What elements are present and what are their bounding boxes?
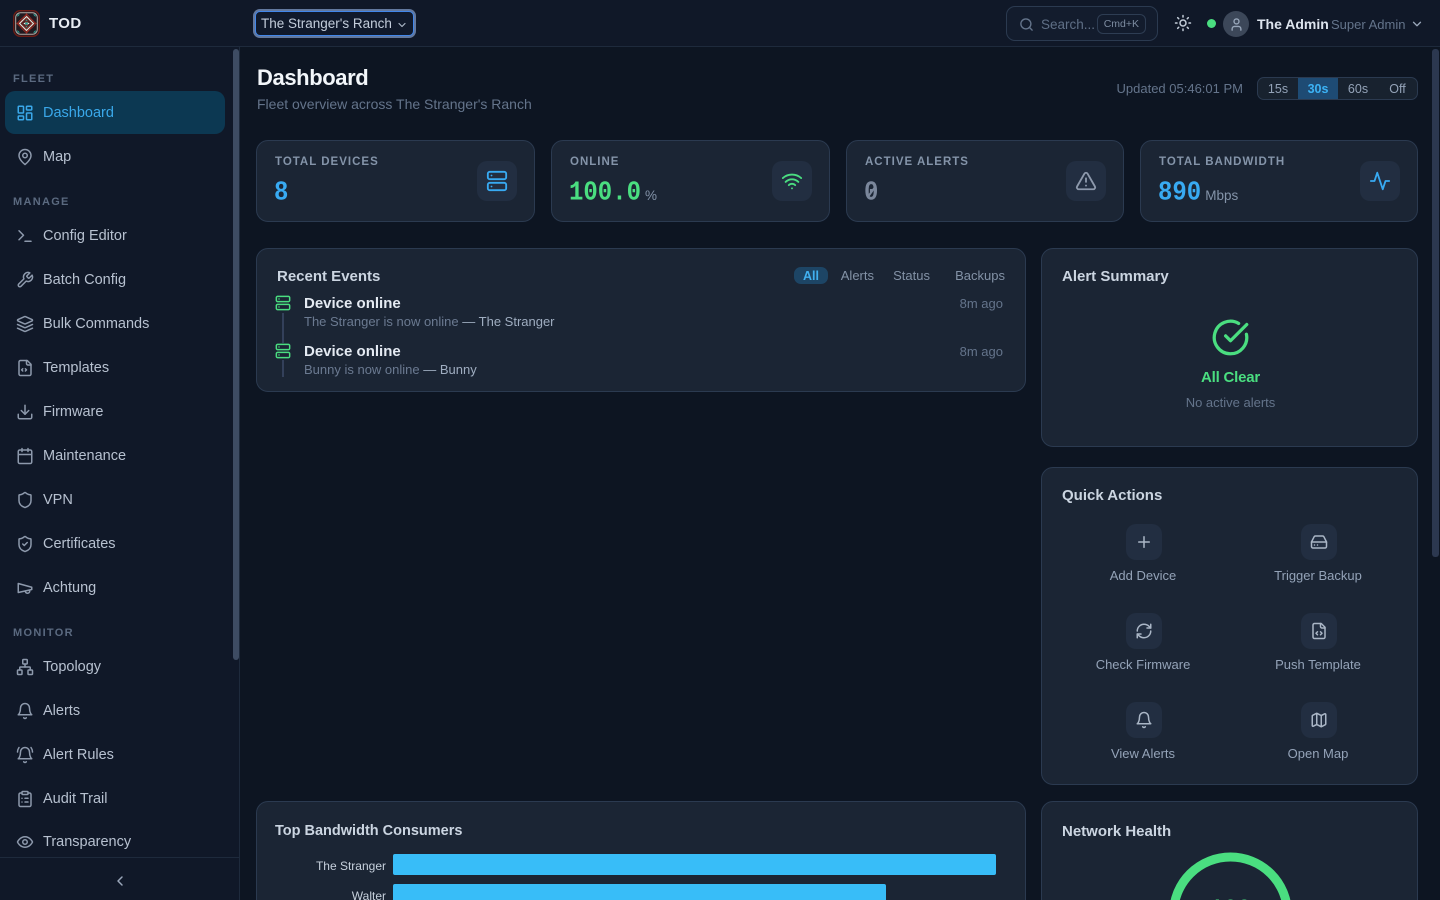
svg-text:100: 100 (1210, 896, 1251, 900)
